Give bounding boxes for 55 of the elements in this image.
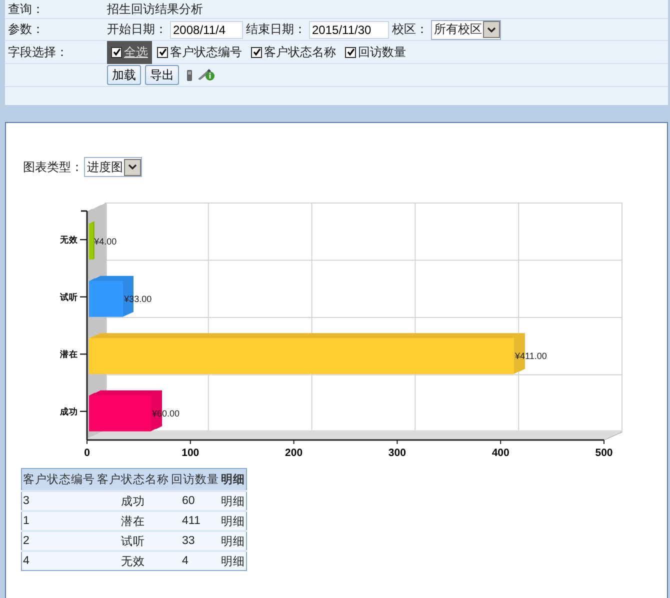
pen-badge-icon[interactable] <box>198 69 215 81</box>
tick-label: 300 <box>388 447 406 459</box>
category-label: 无效 <box>60 234 78 245</box>
category-label: 试听 <box>60 292 78 302</box>
checkmark-icon <box>346 48 354 56</box>
table-cell: 潜在 <box>96 511 170 531</box>
field-label: 结束日期： <box>246 21 306 38</box>
table-cell: 试听 <box>96 531 170 551</box>
table-cell: 2 <box>22 531 96 551</box>
column-header: 回访数量 <box>170 468 220 491</box>
field-select-label: 字段选择： <box>7 44 69 60</box>
category-label: 潜在 <box>60 349 78 360</box>
column-header: 明细 <box>220 468 246 491</box>
tick-label: 100 <box>182 447 200 459</box>
field-label: 校区： <box>392 21 428 38</box>
table-cell: 1 <box>22 511 96 531</box>
table-cell: 33 <box>170 531 220 551</box>
chevron-down-icon <box>487 26 496 32</box>
action-button[interactable]: 加载 <box>107 65 141 85</box>
tick-label: 200 <box>285 447 303 459</box>
table-cell: 4 <box>170 551 220 570</box>
table-cell: 60 <box>170 491 220 511</box>
column-header: 客户状态名称 <box>96 468 170 491</box>
column-header: 客户状态编号 <box>22 468 96 491</box>
chevron-down-icon <box>128 164 137 170</box>
detail-link[interactable]: 明细 <box>220 511 246 531</box>
category-label: 成功 <box>60 406 78 416</box>
checkmark-icon <box>158 48 166 56</box>
action-button[interactable]: 导出 <box>145 65 179 85</box>
field-checkbox[interactable]: 客户状态编号 <box>153 40 246 64</box>
table-cell: 3 <box>22 491 96 511</box>
detail-link[interactable]: 明细 <box>220 551 246 570</box>
field-checkbox[interactable]: 回访数量 <box>341 40 410 64</box>
params-label: 参数： <box>7 21 45 38</box>
field-label: 开始日期： <box>107 21 167 38</box>
table-cell: 成功 <box>96 491 170 511</box>
query-label: 查询： <box>7 0 45 18</box>
campus-dropdown[interactable]: 所有校区 <box>431 20 501 40</box>
field-checkbox[interactable]: 客户状态名称 <box>247 40 340 64</box>
table-cell: 411 <box>170 511 220 531</box>
detail-link[interactable]: 明细 <box>220 531 246 551</box>
tick-label: 400 <box>492 447 510 459</box>
chart-type-label: 图表类型： <box>23 158 83 176</box>
tick-label: 0 <box>84 447 90 459</box>
report-title: 招生回访结果分析 <box>107 0 203 18</box>
table-cell: 无效 <box>96 551 170 570</box>
tick-label: 500 <box>595 447 613 459</box>
phone-icon[interactable] <box>187 70 192 80</box>
checkmark-icon <box>112 48 120 56</box>
chart-type-dropdown[interactable]: 进度图 <box>84 157 142 177</box>
date-field[interactable]: 2015/11/30 <box>309 20 389 38</box>
detail-link[interactable]: 明细 <box>220 491 246 511</box>
date-field[interactable]: 2008/11/4 <box>170 20 243 38</box>
table-cell: 4 <box>22 551 96 570</box>
checkmark-icon <box>252 48 260 56</box>
